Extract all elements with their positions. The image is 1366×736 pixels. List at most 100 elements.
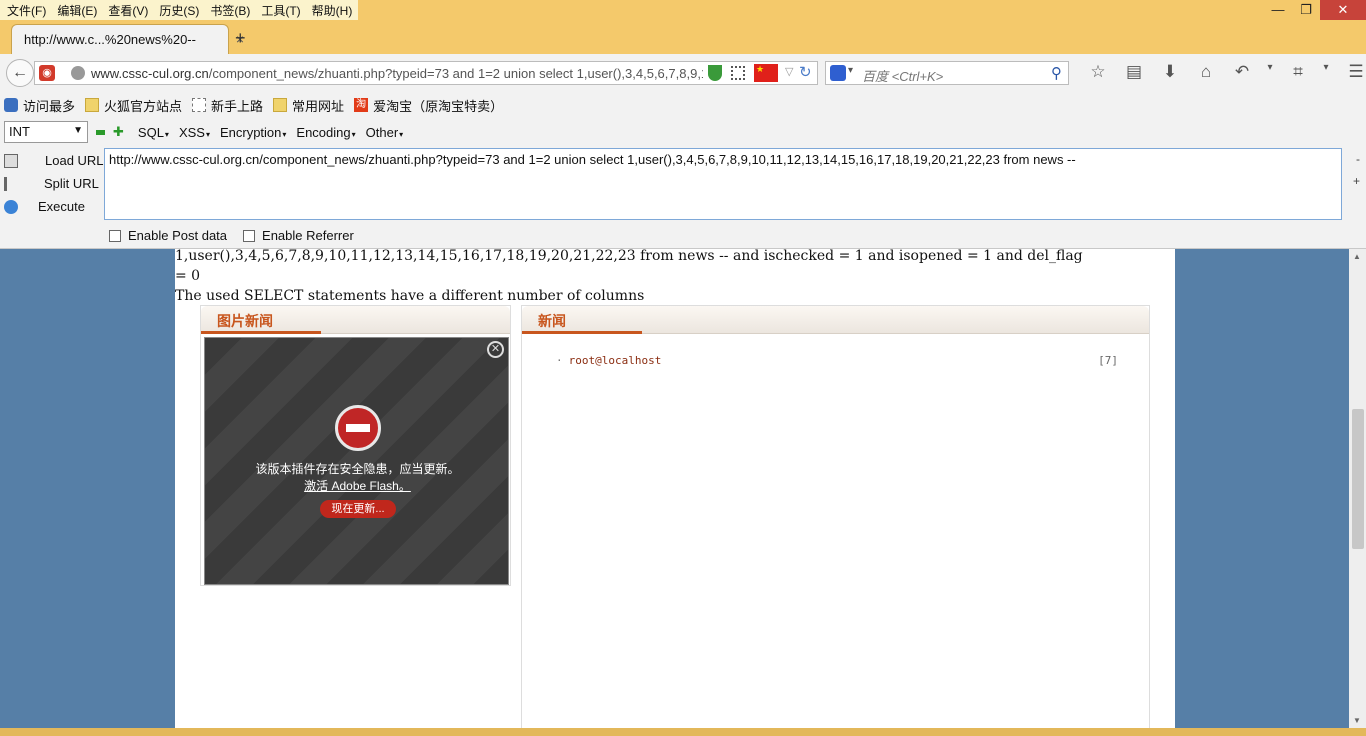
dropdown-icon[interactable]: ▾ xyxy=(1260,62,1280,82)
execute-label: Execute xyxy=(38,199,85,214)
list-item[interactable]: · root@localhost [7] xyxy=(556,354,1118,367)
menu-label: Encoding xyxy=(296,124,351,140)
star-icon[interactable]: ☆ xyxy=(1080,62,1116,82)
menu-view[interactable]: 查看(V) xyxy=(103,0,154,20)
split-url-button[interactable]: Split URL xyxy=(4,172,104,195)
new-tab-button[interactable]: + xyxy=(235,28,246,49)
most-visited-icon xyxy=(4,98,18,112)
error-query-line: 1,user(),3,4,5,6,7,8,9,10,11,12,13,14,15… xyxy=(175,248,1083,264)
decrease-icon[interactable] xyxy=(96,129,105,135)
scroll-down-icon[interactable]: ▼ xyxy=(1353,716,1361,725)
site-identity-icon[interactable]: ◉ xyxy=(39,65,55,81)
reading-list-icon[interactable]: ▤ xyxy=(1116,62,1152,82)
url-text[interactable]: www.cssc-cul.org.cn/component_news/zhuan… xyxy=(91,66,703,81)
search-bar[interactable]: ▾ 百度 <Ctrl+K> ⚲ xyxy=(825,61,1069,85)
close-button[interactable]: ✕ xyxy=(1320,0,1366,20)
browser-tab[interactable]: http://www.c...%20news%20-- × xyxy=(11,24,244,54)
back-button[interactable]: ← xyxy=(6,59,34,87)
url-path: /component_news/zhuanti.php?typeid=73 an… xyxy=(208,66,703,81)
bookmark-label: 火狐官方站点 xyxy=(104,98,183,114)
checkbox-box[interactable] xyxy=(243,229,256,242)
bookmark-label: 新手上路 xyxy=(211,98,264,114)
load-url-button[interactable]: Load URL xyxy=(4,149,104,172)
china-flag-icon[interactable]: ★ xyxy=(754,64,778,82)
close-icon[interactable]: ✕ xyxy=(487,341,504,358)
enable-post-checkbox[interactable]: Enable Post data xyxy=(109,228,227,243)
bookmark-common-sites[interactable]: 常用网址 xyxy=(273,96,344,115)
menu-encoding[interactable]: Encoding▾ xyxy=(296,125,355,140)
type-select[interactable]: INT ▼ xyxy=(4,121,88,143)
error-query-line: = 0 xyxy=(175,268,201,284)
bookmark-getting-started[interactable]: 新手上路 xyxy=(192,96,263,115)
address-bar[interactable]: ◉ www.cssc-cul.org.cn/component_news/zhu… xyxy=(34,61,818,85)
menu-help[interactable]: 帮助(H) xyxy=(307,0,359,20)
menu-other[interactable]: Other▾ xyxy=(366,125,404,140)
reload-icon[interactable]: ↻ xyxy=(799,63,812,81)
scroll-thumb[interactable] xyxy=(1352,409,1364,549)
baidu-engine-icon[interactable] xyxy=(830,65,846,81)
scroll-up-icon[interactable]: ▲ xyxy=(1353,252,1361,261)
home-icon[interactable]: ⌂ xyxy=(1188,62,1224,82)
page-viewport: 1,user(),3,4,5,6,7,8,9,10,11,12,13,14,15… xyxy=(0,246,1366,735)
panel-title: 新闻 xyxy=(538,313,566,329)
increase-icon[interactable]: ✚ xyxy=(113,124,124,140)
checkbox-label: Enable Referrer xyxy=(262,228,354,243)
menu-edit[interactable]: 编辑(E) xyxy=(52,0,103,20)
split-url-icon xyxy=(4,176,14,191)
bookmark-label: 访问最多 xyxy=(23,98,76,114)
crop-icon[interactable]: ⌗ xyxy=(1280,62,1316,82)
expand-icon[interactable]: + xyxy=(1353,174,1360,188)
enable-referrer-checkbox[interactable]: Enable Referrer xyxy=(243,228,354,243)
menu-bar: 文件(F) 编辑(E) 查看(V) 历史(S) 书签(B) 工具(T) 帮助(H… xyxy=(0,0,359,20)
menu-icon[interactable]: ☰ xyxy=(1336,62,1366,82)
news-title[interactable]: root@localhost xyxy=(569,354,662,367)
menu-encryption[interactable]: Encryption▾ xyxy=(220,125,286,140)
sql-error: 1,user(),3,4,5,6,7,8,9,10,11,12,13,14,15… xyxy=(175,246,1175,306)
url-textarea[interactable]: http://www.cssc-cul.org.cn/component_new… xyxy=(104,148,1342,220)
globe-icon xyxy=(71,66,85,80)
undo-icon[interactable]: ↶ xyxy=(1224,62,1260,82)
shield-icon[interactable] xyxy=(708,65,722,81)
hackbar-menus: ✚ SQL▾ XSS▾ Encryption▾ Encoding▾ Other▾ xyxy=(96,124,413,140)
maximize-button[interactable]: ❐ xyxy=(1292,0,1320,20)
split-url-label: Split URL xyxy=(44,176,99,191)
select-value: INT xyxy=(9,124,30,139)
dropdown-icon[interactable]: ▾ xyxy=(1316,62,1336,82)
search-icon[interactable]: ⚲ xyxy=(1051,64,1062,82)
menu-xss[interactable]: XSS▾ xyxy=(179,125,210,140)
menu-bookmarks[interactable]: 书签(B) xyxy=(205,0,256,20)
menu-label: Encryption xyxy=(219,124,282,140)
menu-history[interactable]: 历史(S) xyxy=(154,0,205,20)
shrink-icon[interactable]: - xyxy=(1356,152,1360,166)
title-bar: 文件(F) 编辑(E) 查看(V) 历史(S) 书签(B) 工具(T) 帮助(H… xyxy=(0,0,1366,54)
flash-plugin-placeholder: ✕ 该版本插件存在安全隐患，应当更新。 激活 Adobe Flash。 现在更新… xyxy=(204,337,509,585)
update-now-button[interactable]: 现在更新... xyxy=(320,500,396,518)
menu-arrow-icon: ▾ xyxy=(399,129,404,139)
bookmark-label: 常用网址 xyxy=(292,98,345,114)
menu-sql[interactable]: SQL▾ xyxy=(138,125,169,140)
load-url-label: Load URL xyxy=(45,153,104,168)
bookmark-aitaobao[interactable]: 淘爱淘宝（原淘宝特卖） xyxy=(354,96,503,115)
search-input[interactable]: 百度 <Ctrl+K> xyxy=(862,66,943,85)
engine-dropdown-icon[interactable]: ▾ xyxy=(848,65,853,76)
minimize-button[interactable]: — xyxy=(1264,0,1292,20)
panel-header: 图片新闻 xyxy=(201,306,510,334)
menu-tools[interactable]: 工具(T) xyxy=(256,0,306,20)
vertical-scrollbar[interactable]: ▲ ▼ xyxy=(1349,249,1366,728)
qr-code-icon[interactable] xyxy=(731,66,745,80)
bookmark-firefox-site[interactable]: 火狐官方站点 xyxy=(85,96,182,115)
checkbox-box[interactable] xyxy=(109,229,121,242)
news-panel: 新闻 · root@localhost [7] xyxy=(521,305,1150,735)
activate-flash-link[interactable]: 激活 Adobe Flash。 xyxy=(205,477,510,494)
download-icon[interactable]: ⬇ xyxy=(1152,62,1188,82)
bookmarks-toolbar: 访问最多 火狐官方站点 新手上路 常用网址 淘爱淘宝（原淘宝特卖） xyxy=(0,92,1366,118)
navigation-bar: ← ◉ www.cssc-cul.org.cn/component_news/z… xyxy=(0,54,1366,92)
execute-icon xyxy=(4,199,18,214)
bookmark-most-visited[interactable]: 访问最多 xyxy=(4,96,75,115)
execute-button[interactable]: Execute xyxy=(4,195,104,218)
menu-file[interactable]: 文件(F) xyxy=(2,0,52,20)
hackbar-panel: INT ▼ ✚ SQL▾ XSS▾ Encryption▾ Encoding▾ O… xyxy=(0,118,1366,249)
news-count: [7] xyxy=(1098,354,1118,367)
taskbar xyxy=(0,728,1366,736)
history-dropdown-icon[interactable]: ▽ xyxy=(785,65,793,78)
